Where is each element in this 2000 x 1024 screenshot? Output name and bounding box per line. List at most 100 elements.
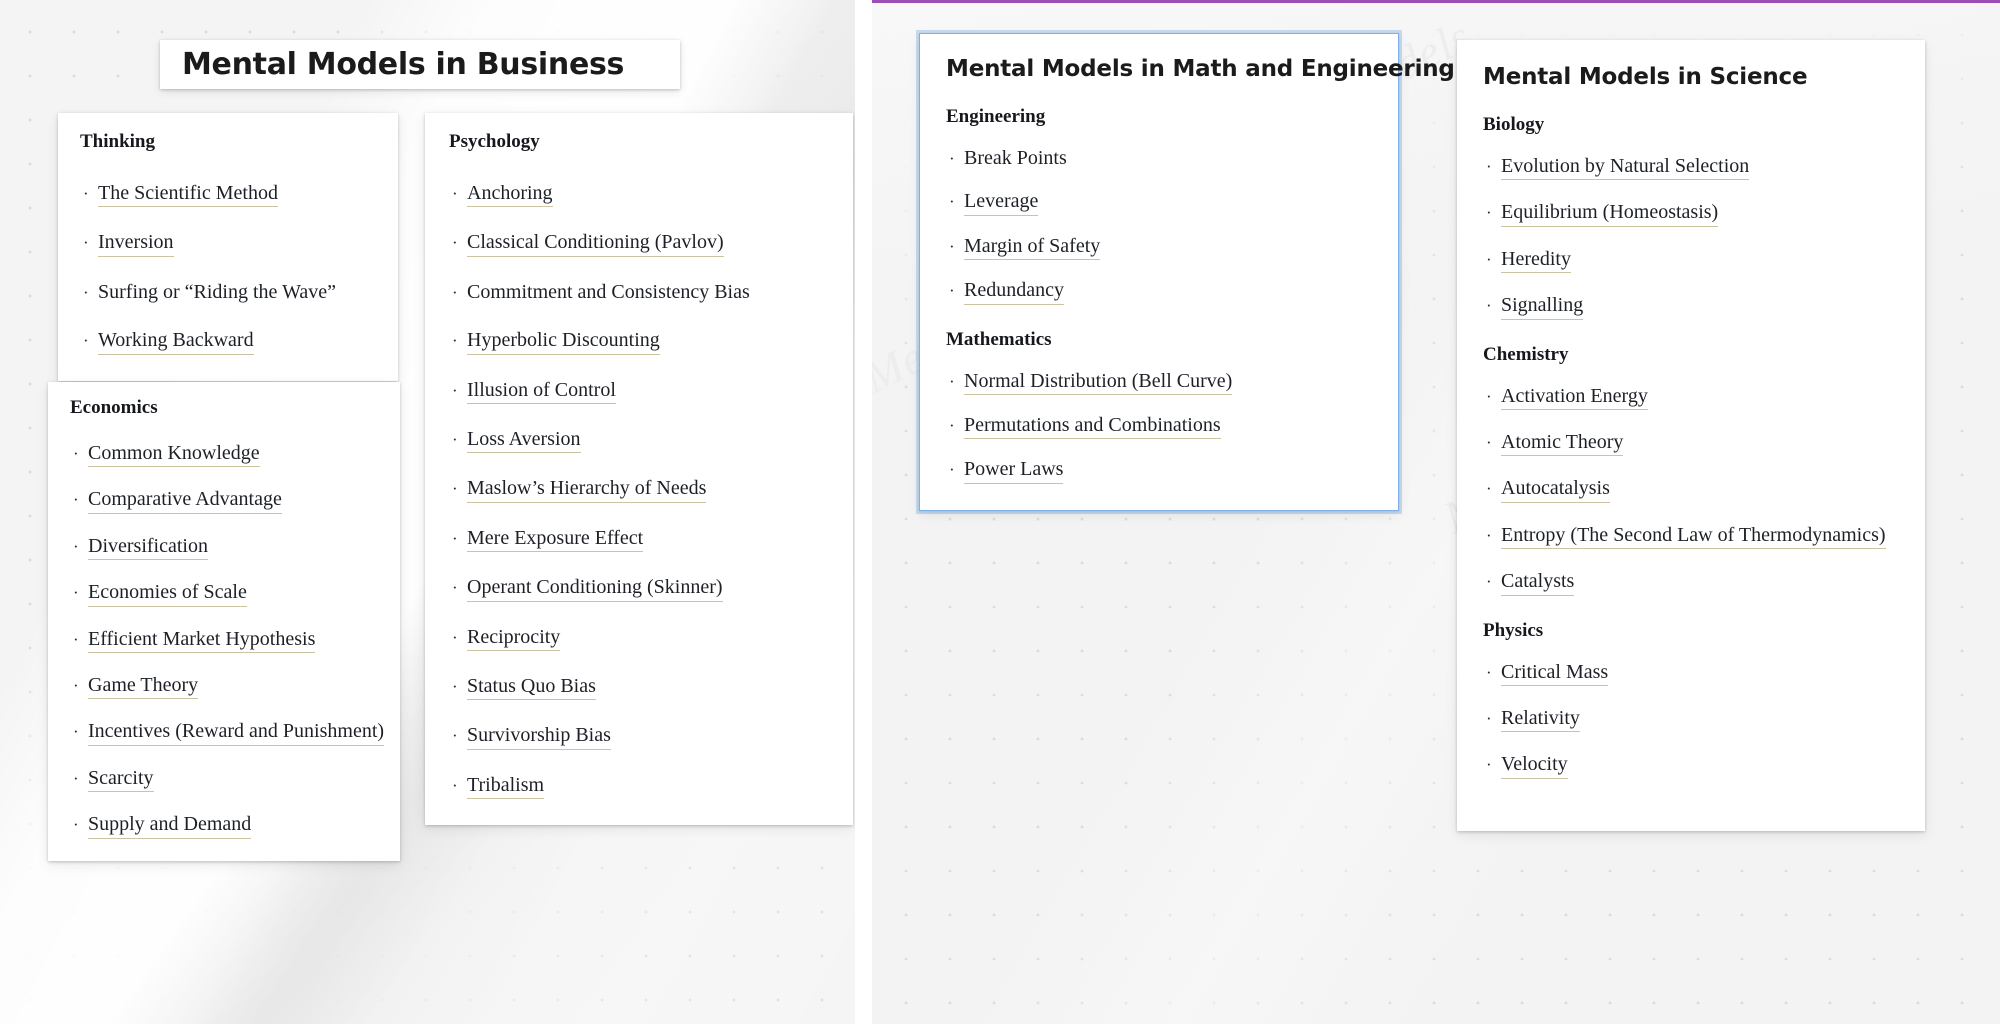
model-link[interactable]: Entropy (The Second Law of Thermodynamic…	[1501, 524, 1886, 550]
model-link[interactable]: Game Theory	[88, 675, 199, 700]
card-science[interactable]: Mental Models in Science Biology · Evolu…	[1457, 40, 1925, 831]
list-item[interactable]: · Classical Conditioning (Pavlov)	[449, 232, 829, 257]
model-link[interactable]: Loss Aversion	[467, 429, 581, 454]
model-link[interactable]: Working Backward	[98, 330, 254, 355]
list-item[interactable]: · Diversification	[70, 535, 378, 561]
model-link[interactable]: Equilibrium (Homeostasis)	[1501, 202, 1719, 227]
model-link[interactable]: Autocatalysis	[1501, 478, 1610, 503]
model-link[interactable]: Reciprocity	[467, 626, 561, 651]
bullet-icon: ·	[452, 775, 458, 795]
model-link[interactable]: Velocity	[1501, 754, 1568, 779]
card-economics[interactable]: Economics · Common Knowledge · Comparati…	[48, 382, 400, 861]
list-item[interactable]: · Inversion	[80, 232, 376, 257]
model-link[interactable]: Relativity	[1501, 708, 1580, 733]
list-item[interactable]: · Equilibrium (Homeostasis)	[1483, 202, 1899, 227]
list-item[interactable]: · Heredity	[1483, 248, 1899, 274]
model-link[interactable]: Maslow’s Hierarchy of Needs	[467, 478, 707, 503]
model-link[interactable]: Illusion of Control	[467, 379, 616, 404]
list-item[interactable]: · Leverage	[946, 191, 1372, 216]
list-item[interactable]: · Survivorship Bias	[449, 725, 829, 750]
list-item[interactable]: · Mere Exposure Effect	[449, 527, 829, 553]
list-item[interactable]: · Signalling	[1483, 295, 1899, 320]
model-link[interactable]: Scarcity	[88, 767, 154, 793]
model-link[interactable]: Mere Exposure Effect	[467, 527, 644, 553]
model-link[interactable]: Supply and Demand	[88, 814, 252, 839]
list-item[interactable]: · Comparative Advantage	[70, 489, 378, 514]
model-link[interactable]: Incentives (Reward and Punishment)	[88, 721, 385, 746]
list-item[interactable]: · Critical Mass	[1483, 661, 1899, 686]
model-link[interactable]: Status Quo Bias	[467, 676, 596, 701]
bullet-icon: ·	[1486, 479, 1492, 499]
model-link[interactable]: Diversification	[88, 535, 208, 561]
list-item[interactable]: · Scarcity	[70, 767, 378, 793]
card-psychology[interactable]: Psychology · Anchoring · Classical Condi…	[425, 113, 853, 826]
list-item[interactable]: · Tribalism	[449, 774, 829, 800]
list-item[interactable]: · Autocatalysis	[1483, 478, 1899, 503]
model-link[interactable]: Inversion	[98, 232, 174, 257]
model-link[interactable]: Activation Energy	[1501, 385, 1648, 410]
list-item[interactable]: · Game Theory	[70, 675, 378, 700]
list-item[interactable]: · Redundancy	[946, 280, 1372, 305]
list-item[interactable]: · Break Points	[946, 148, 1372, 171]
model-link[interactable]: Leverage	[964, 191, 1039, 216]
model-link[interactable]: Hyperbolic Discounting	[467, 330, 660, 355]
model-link[interactable]: Economies of Scale	[88, 582, 247, 607]
list-item[interactable]: · Illusion of Control	[449, 379, 829, 404]
list-item[interactable]: · Permutations and Combinations	[946, 415, 1372, 440]
list-item[interactable]: · Velocity	[1483, 754, 1899, 779]
bullet-icon: ·	[83, 282, 89, 302]
card-thinking[interactable]: Thinking · The Scientific Method · Inver…	[58, 113, 398, 381]
model-link[interactable]: Classical Conditioning (Pavlov)	[467, 232, 724, 257]
model-link[interactable]: Heredity	[1501, 248, 1571, 274]
list-item[interactable]: · The Scientific Method	[80, 183, 376, 208]
list-item[interactable]: · Hyperbolic Discounting	[449, 330, 829, 355]
model-link[interactable]: Operant Conditioning (Skinner)	[467, 577, 723, 602]
list-item[interactable]: · Evolution by Natural Selection	[1483, 156, 1899, 181]
section-heading-biology: Biology	[1483, 114, 1545, 135]
model-link[interactable]: Evolution by Natural Selection	[1501, 156, 1750, 181]
model-link[interactable]: Normal Distribution (Bell Curve)	[964, 370, 1233, 395]
list-item[interactable]: · Supply and Demand	[70, 814, 378, 839]
list-item[interactable]: · Power Laws	[946, 459, 1372, 484]
model-link[interactable]: Permutations and Combinations	[964, 415, 1221, 440]
model-link[interactable]: Catalysts	[1501, 571, 1575, 596]
model-link[interactable]: Survivorship Bias	[467, 725, 611, 750]
model-link[interactable]: Power Laws	[964, 459, 1064, 484]
left-board-panel[interactable]: Mental Models in Business Thinking · The…	[0, 0, 855, 1024]
model-link[interactable]: Critical Mass	[1501, 661, 1609, 686]
model-link[interactable]: Redundancy	[964, 280, 1064, 305]
right-board-panel[interactable]: Mental Models Mental Models Mental Model…	[872, 0, 2000, 1024]
list-item[interactable]: · Operant Conditioning (Skinner)	[449, 577, 829, 602]
list-item[interactable]: · Relativity	[1483, 708, 1899, 733]
list-item[interactable]: · Margin of Safety	[946, 235, 1372, 261]
model-link[interactable]: Margin of Safety	[964, 235, 1101, 261]
model-link[interactable]: Efficient Market Hypothesis	[88, 628, 316, 653]
list-item[interactable]: · Anchoring	[449, 183, 829, 208]
list-item[interactable]: · Efficient Market Hypothesis	[70, 628, 378, 653]
card-math-engineering[interactable]: Mental Models in Math and Engineering En…	[919, 33, 1455, 511]
list-item[interactable]: · Incentives (Reward and Punishment)	[70, 721, 385, 746]
list-item[interactable]: · Common Knowledge	[70, 443, 378, 468]
list-item[interactable]: · Surfing or “Riding the Wave”	[80, 281, 376, 305]
list-item[interactable]: · Commitment and Consistency Bias	[449, 281, 829, 305]
model-link[interactable]: Anchoring	[467, 183, 553, 208]
board-title-chip-business[interactable]: Mental Models in Business	[160, 40, 680, 89]
model-link[interactable]: The Scientific Method	[98, 183, 278, 208]
bullet-icon: ·	[452, 331, 458, 351]
list-item[interactable]: · Catalysts	[1483, 571, 1899, 596]
list-item[interactable]: · Normal Distribution (Bell Curve)	[946, 370, 1372, 395]
list-item[interactable]: · Status Quo Bias	[449, 676, 829, 701]
list-item[interactable]: · Activation Energy	[1483, 385, 1899, 410]
model-link[interactable]: Signalling	[1501, 295, 1584, 320]
model-link[interactable]: Comparative Advantage	[88, 489, 282, 514]
list-item[interactable]: · Atomic Theory	[1483, 432, 1899, 457]
model-link[interactable]: Tribalism	[467, 774, 545, 800]
list-item[interactable]: · Economies of Scale	[70, 582, 378, 607]
model-link[interactable]: Atomic Theory	[1501, 432, 1624, 457]
list-item[interactable]: · Reciprocity	[449, 626, 829, 651]
list-item[interactable]: · Loss Aversion	[449, 429, 829, 454]
list-item[interactable]: · Maslow’s Hierarchy of Needs	[449, 478, 829, 503]
model-link[interactable]: Common Knowledge	[88, 443, 260, 468]
list-item[interactable]: · Working Backward	[80, 330, 376, 355]
list-item[interactable]: · Entropy (The Second Law of Thermodynam…	[1483, 524, 1899, 550]
